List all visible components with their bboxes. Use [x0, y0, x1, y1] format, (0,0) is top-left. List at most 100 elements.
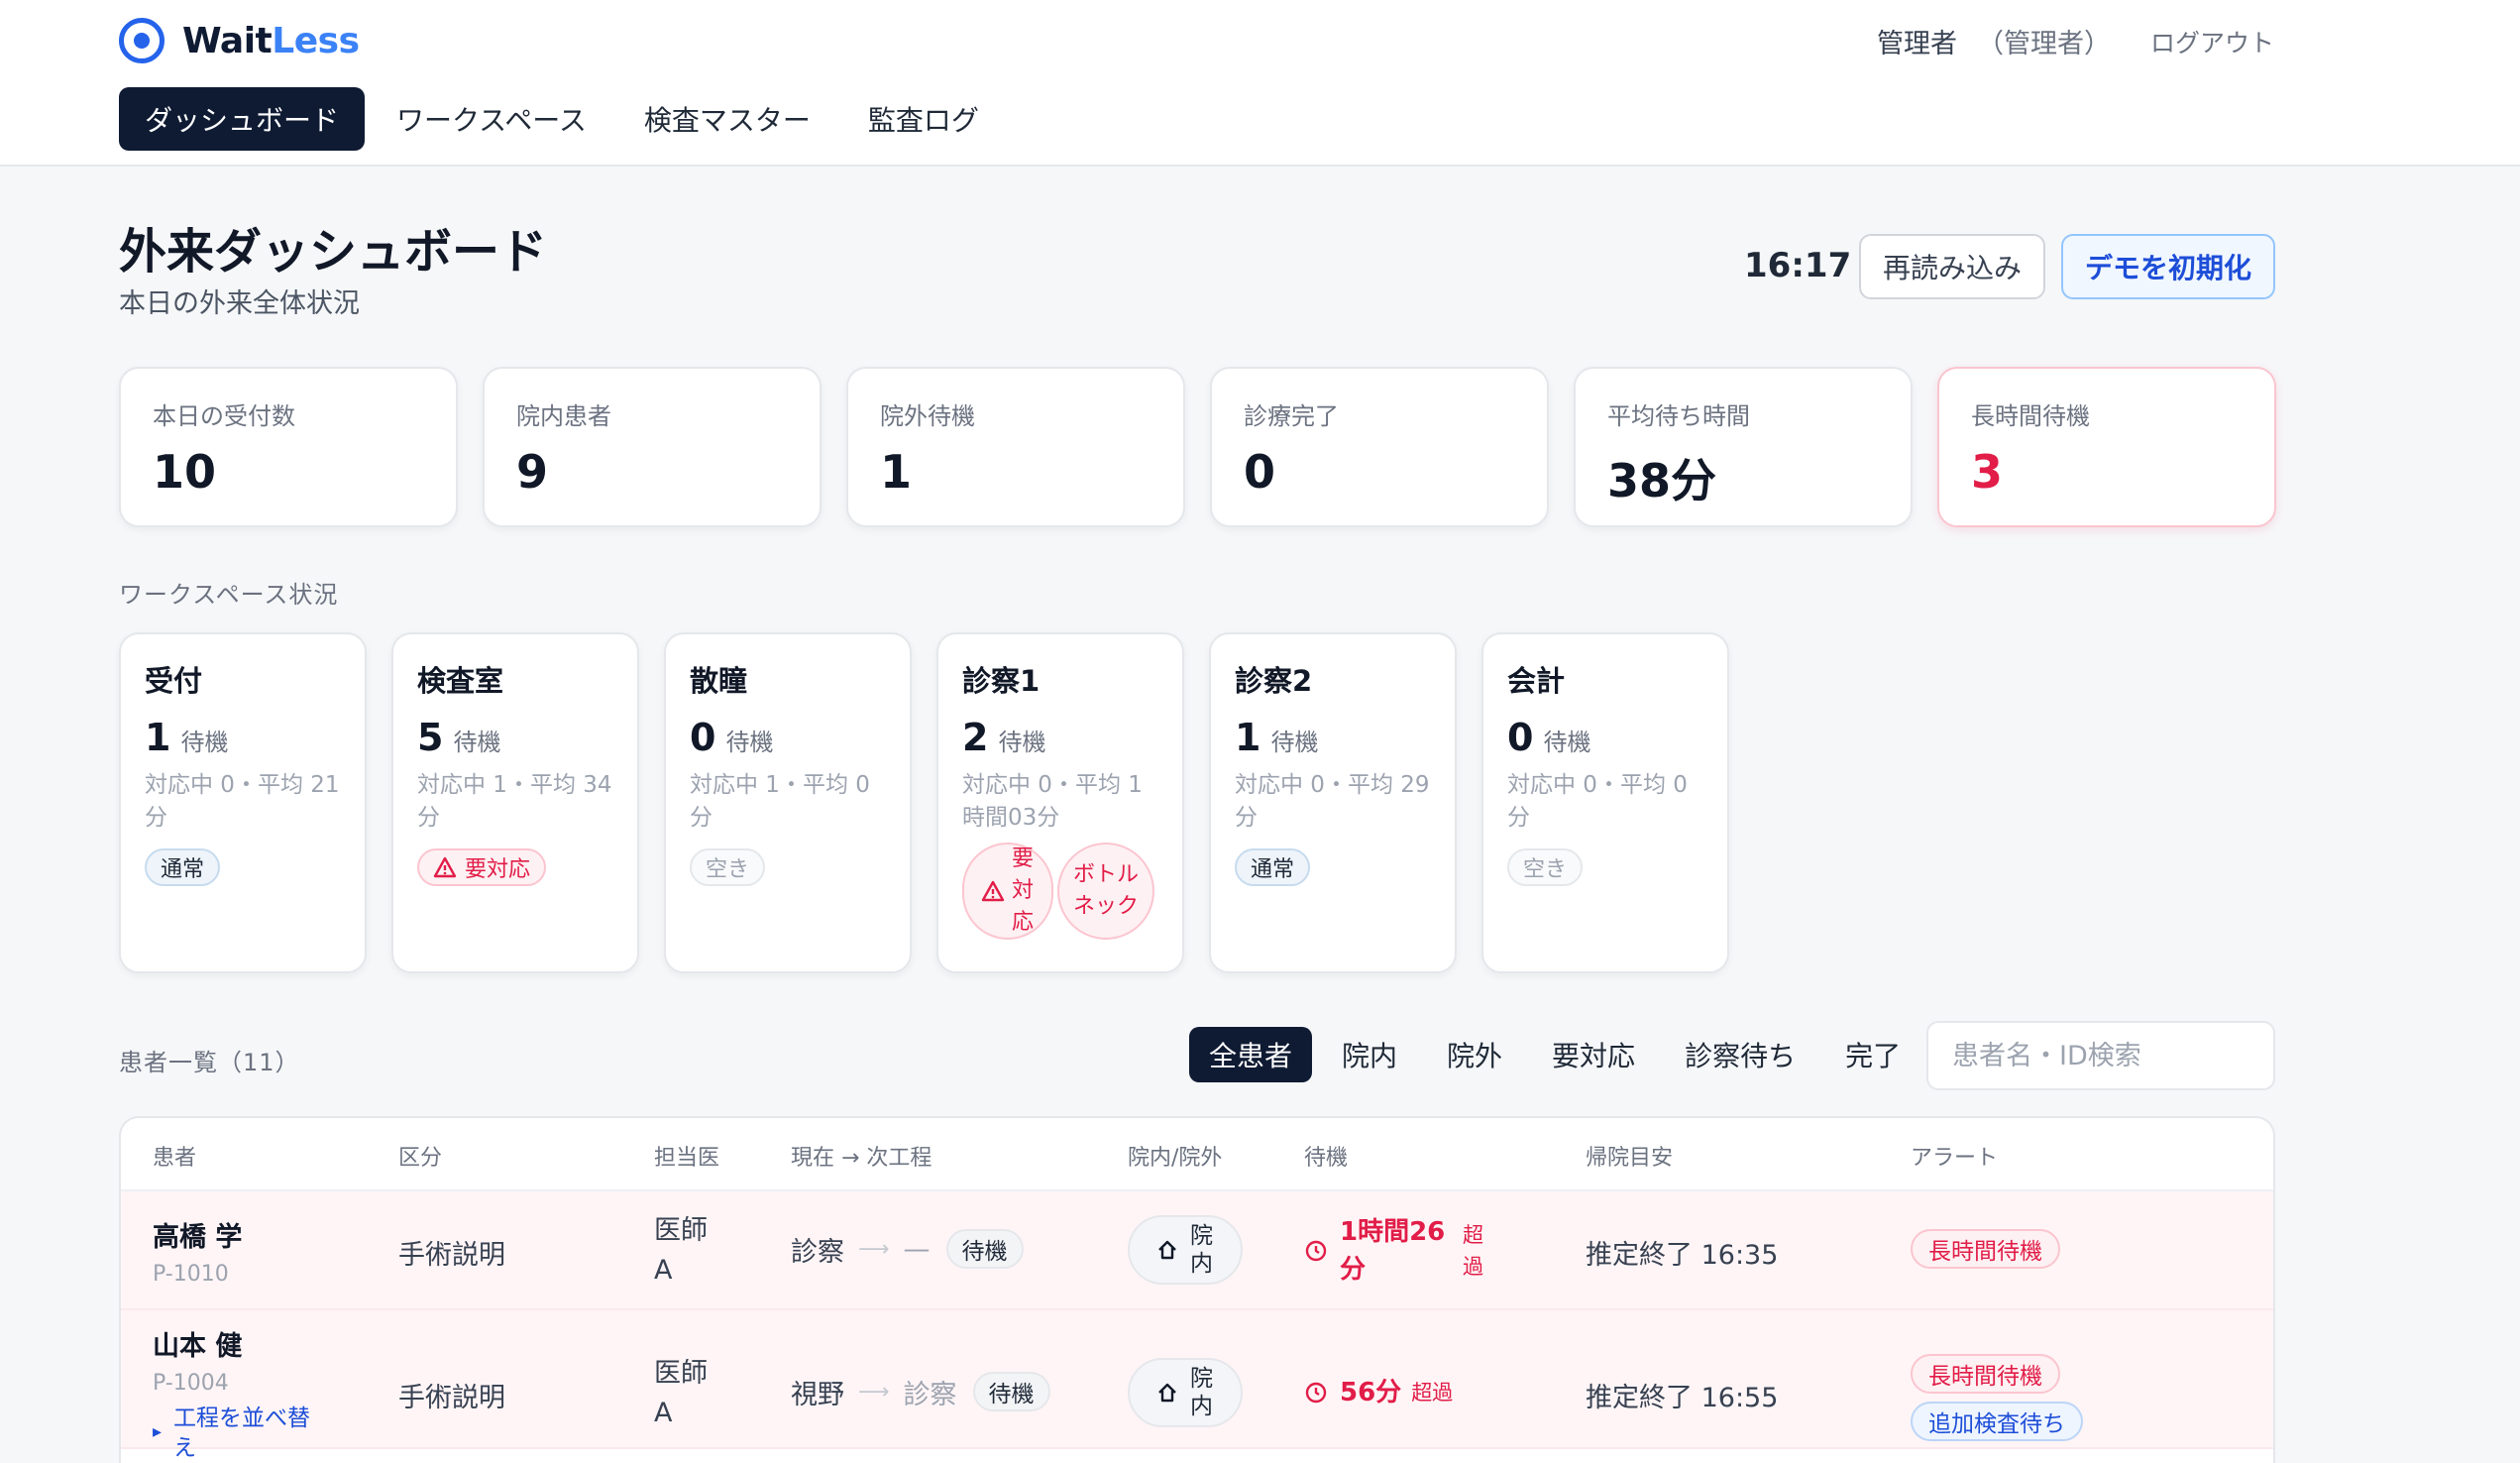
nav-workspaces[interactable]: ワークスペース — [371, 87, 612, 151]
next-step: — — [903, 1233, 931, 1265]
workspace-name: 散瞳 — [690, 664, 748, 698]
eta-text: 推定終了 16:55 — [1586, 1383, 1779, 1413]
status-badge-action-required: 要対応 — [962, 843, 1053, 940]
filter-in-hospital[interactable]: 院内 — [1322, 1027, 1417, 1082]
patient-name[interactable]: 山本 健 — [153, 1324, 341, 1363]
nav-dashboard[interactable]: ダッシュボード — [119, 87, 366, 151]
reset-demo-button[interactable]: デモを初期化 — [2061, 234, 2275, 299]
patient-table: 患者 区分 担当医 現在 → 次工程 院内/院外 待機 帰院目安 アラート 高橋… — [119, 1116, 2275, 1463]
stat-card-receptions: 本日の受付数 10 — [119, 367, 458, 527]
column-header-eta[interactable]: 帰院目安 — [1586, 1140, 1673, 1172]
logo[interactable]: WaitLess — [119, 18, 360, 63]
main-nav: ダッシュボード ワークスペース 検査マスター 監査ログ — [119, 87, 1011, 151]
badge-text: ボトルネック — [1073, 862, 1140, 919]
workspace-summary: 対応中 1・平均 0 分 — [690, 772, 870, 831]
workspace-card-checkout[interactable]: 会計 0 待機 対応中 0・平均 0 分 空き — [1481, 632, 1729, 973]
column-header-type[interactable]: 区分 — [398, 1140, 442, 1172]
workspace-card-dilation[interactable]: 散瞳 0 待機 対応中 1・平均 0 分 空き — [664, 632, 912, 973]
logo-text-b: Less — [272, 20, 360, 61]
filter-waiting-exam[interactable]: 診察待ち — [1665, 1027, 1815, 1082]
logo-icon — [119, 18, 164, 63]
workspace-card-reception[interactable]: 受付 1 待機 対応中 0・平均 21 分 通常 — [119, 632, 367, 973]
workspace-count-number: 0 — [690, 716, 716, 759]
patient-doctor: 医師 A — [654, 1215, 708, 1286]
location-badge[interactable]: 院内 — [1128, 1215, 1243, 1285]
alert-badge-additional-exam: 追加検査待ち — [1911, 1402, 2083, 1441]
patient-type: 手術説明 — [398, 1383, 505, 1413]
stat-label: 長時間待機 — [1971, 402, 2090, 430]
logout-link[interactable]: ログアウト — [2150, 24, 2274, 59]
location-text: 院内 — [1190, 1223, 1213, 1277]
workspace-name: 診察2 — [1235, 664, 1313, 698]
home-icon — [1158, 1240, 1176, 1260]
user-name: 管理者 — [1876, 29, 1957, 59]
filter-completed[interactable]: 完了 — [1825, 1027, 1920, 1082]
table-row[interactable]: 高橋 学 P-1010 手術説明 医師 A 診察 ⟶ — 待機 院内 1時間26… — [121, 1191, 2273, 1310]
step-flow: 診察 ⟶ — 待機 — [791, 1229, 1024, 1269]
workspace-count: 0 待機 — [1507, 716, 1703, 759]
workspace-badges: 空き — [1507, 848, 1703, 886]
workspace-count: 1 待機 — [1235, 716, 1431, 759]
workspace-count: 0 待機 — [690, 716, 886, 759]
patient-filters: 全患者 院内 院外 要対応 診察待ち 完了 — [1189, 1027, 1930, 1082]
workspace-row: 受付 1 待機 対応中 0・平均 21 分 通常 検査室 5 待機 対応中 1・… — [119, 632, 1754, 973]
workspace-count-number: 5 — [417, 716, 444, 759]
filter-all[interactable]: 全患者 — [1189, 1027, 1313, 1082]
stat-card-avg-wait: 平均待ち時間 38分 — [1574, 367, 1913, 527]
patient-name[interactable]: 高橋 学 — [153, 1215, 242, 1254]
workspace-count-number: 2 — [962, 716, 989, 759]
home-icon — [1158, 1383, 1176, 1403]
reorder-steps-link[interactable]: ▸ 工程を並べ替え — [153, 1404, 341, 1463]
column-header-wait[interactable]: 待機 — [1304, 1140, 1348, 1172]
table-header: 患者 区分 担当医 現在 → 次工程 院内/院外 待機 帰院目安 アラート — [121, 1118, 2273, 1191]
column-header-patient[interactable]: 患者 — [153, 1140, 196, 1172]
workspace-summary: 対応中 0・平均 29 分 — [1235, 772, 1430, 831]
badge-text: 要対応 — [1011, 846, 1034, 935]
location-badge[interactable]: 院内 — [1128, 1358, 1243, 1427]
workspace-count-unit: 待機 — [180, 729, 229, 756]
status-badge-bottleneck: ボトルネック — [1057, 843, 1154, 940]
workspace-count: 5 待機 — [417, 716, 613, 759]
column-header-alert[interactable]: アラート — [1911, 1140, 1998, 1172]
workspace-count-unit: 待機 — [453, 729, 501, 756]
workspace-count-unit: 待機 — [1543, 729, 1591, 756]
workspace-count-unit: 待機 — [998, 729, 1046, 756]
status-badge-action-required: 要対応 — [417, 848, 547, 886]
nav-exam-master[interactable]: 検査マスター — [618, 87, 836, 151]
status-badge-normal: 通常 — [145, 848, 221, 886]
workspace-name: 会計 — [1507, 664, 1566, 698]
patient-doctor: 医師 A — [654, 1358, 708, 1428]
nav-audit-log[interactable]: 監査ログ — [842, 87, 1005, 151]
wait-cell: 56分 超過 — [1304, 1374, 1453, 1411]
stat-label: 院外待機 — [880, 402, 975, 430]
alert-badge-long-wait: 長時間待機 — [1911, 1229, 2060, 1269]
location-text: 院内 — [1190, 1366, 1213, 1419]
table-row[interactable]: 山本 健 P-1004 ▸ 工程を並べ替え 手術説明 医師 A 視野 ⟶ 診察 … — [121, 1310, 2273, 1461]
column-header-step[interactable]: 現在 → 次工程 — [791, 1140, 931, 1172]
workspace-card-exam-2[interactable]: 診察2 1 待機 対応中 0・平均 29 分 通常 — [1209, 632, 1457, 973]
filter-outside[interactable]: 院外 — [1427, 1027, 1522, 1082]
stat-value: 9 — [516, 445, 549, 499]
stat-value: 3 — [1971, 445, 2004, 499]
patient-search-input[interactable] — [1926, 1021, 2275, 1090]
page-subtitle: 本日の外来全体状況 — [119, 288, 360, 319]
workspace-count: 2 待機 — [962, 716, 1158, 759]
column-header-doctor[interactable]: 担当医 — [654, 1140, 719, 1172]
workspace-summary: 対応中 0・平均 1 時間03分 — [962, 772, 1143, 831]
logo-text: WaitLess — [182, 21, 360, 61]
status-badge-normal: 通常 — [1235, 848, 1311, 886]
arrow-right-icon: ⟶ — [858, 1379, 890, 1405]
warning-icon — [981, 880, 1005, 902]
column-header-location[interactable]: 院内/院外 — [1128, 1140, 1222, 1172]
filter-action-required[interactable]: 要対応 — [1532, 1027, 1655, 1082]
workspace-name: 診察1 — [962, 664, 1041, 698]
workspace-card-exam-room[interactable]: 検査室 5 待機 対応中 1・平均 34 分 要対応 — [391, 632, 639, 973]
wait-time: 1時間26分 — [1340, 1217, 1446, 1285]
user-role: （管理者） — [1976, 29, 2111, 59]
step-status-badge: 待機 — [972, 1372, 1050, 1411]
reload-button[interactable]: 再読み込み — [1859, 234, 2045, 299]
workspace-card-exam-1[interactable]: 診察1 2 待機 対応中 0・平均 1 時間03分 要対応 ボトルネック — [936, 632, 1184, 973]
workspace-badges: 要対応 — [417, 848, 613, 886]
warning-icon — [433, 856, 457, 878]
workspace-count-unit: 待機 — [1270, 729, 1319, 756]
